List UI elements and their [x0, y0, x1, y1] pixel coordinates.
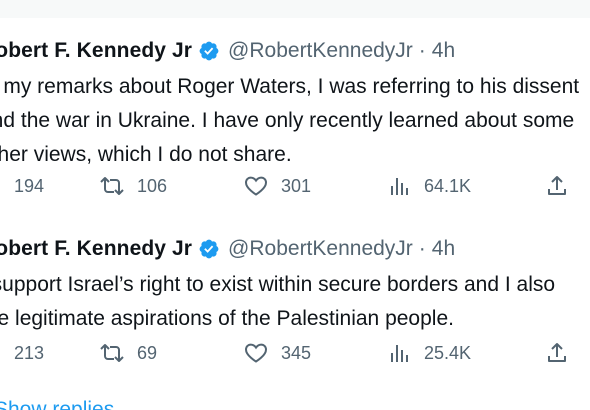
retweet-count: 106 [137, 175, 168, 196]
timestamp[interactable]: 4h [432, 237, 455, 261]
retweet-button[interactable]: 106 [99, 171, 167, 201]
top-divider-strip [0, 0, 590, 18]
share-icon [548, 343, 566, 362]
tweet-text: In my remarks about Roger Waters, I was … [0, 70, 590, 172]
like-icon [244, 176, 268, 196]
show-replies-link[interactable]: Show replies [0, 398, 114, 410]
reply-count: 194 [14, 175, 45, 196]
verified-badge-icon [199, 41, 219, 61]
views-icon [391, 345, 408, 362]
retweet-icon [100, 344, 124, 362]
retweet-count: 69 [137, 342, 158, 363]
retweet-icon [100, 177, 124, 195]
views-button[interactable]: 25.4K [388, 338, 471, 368]
like-count: 301 [281, 175, 312, 196]
separator-dot: · [418, 39, 426, 62]
reply-button[interactable]: 213 [0, 338, 44, 368]
tweet-text-line: I support Israel’s right to exist within… [0, 273, 556, 296]
retweet-button[interactable]: 69 [99, 338, 157, 368]
like-button[interactable]: 301 [243, 171, 311, 201]
tweet-header: Robert F. Kennedy Jr @RobertKennedyJr · … [0, 234, 590, 264]
verified-badge-icon [199, 239, 219, 259]
share-button[interactable] [545, 171, 569, 201]
share-icon [548, 176, 566, 195]
tweet-text-line: and the war in Ukraine. I have only rece… [0, 109, 575, 132]
reply-button[interactable]: 194 [0, 171, 44, 201]
views-count: 25.4K [424, 342, 472, 363]
like-count: 345 [281, 342, 312, 363]
author-handle[interactable]: @RobertKennedyJr [228, 39, 413, 63]
author-name[interactable]: Robert F. Kennedy Jr [0, 39, 192, 63]
reply-count: 213 [14, 342, 45, 363]
timestamp[interactable]: 4h [432, 39, 455, 63]
views-count: 64.1K [424, 175, 472, 196]
tweet-text-line: In my remarks about Roger Waters, I was … [0, 75, 580, 98]
tweet-2[interactable]: Robert F. Kennedy Jr @RobertKennedyJr · … [0, 234, 590, 363]
like-button[interactable]: 345 [243, 338, 311, 368]
separator-dot: · [418, 237, 426, 260]
author-handle[interactable]: @RobertKennedyJr [228, 237, 413, 261]
author-name[interactable]: Robert F. Kennedy Jr [0, 237, 192, 261]
tweet-text: I support Israel’s right to exist within… [0, 268, 590, 336]
like-icon [244, 343, 268, 363]
reply-icon [0, 341, 2, 365]
tweet-header: Robert F. Kennedy Jr @RobertKennedyJr · … [0, 36, 590, 66]
views-button[interactable]: 64.1K [388, 171, 471, 201]
share-button[interactable] [545, 338, 569, 368]
tweet-text-line: the legitimate aspirations of the Palest… [0, 307, 454, 330]
action-bar: 194 106 301 64.1K [0, 171, 570, 201]
reply-icon [0, 174, 2, 198]
views-icon [391, 178, 408, 195]
action-bar: 213 69 345 25.4K [0, 338, 570, 368]
tweet-text-line: other views, which I do not share. [0, 143, 292, 166]
tweet-1[interactable]: Robert F. Kennedy Jr @RobertKennedyJr · … [0, 36, 590, 196]
